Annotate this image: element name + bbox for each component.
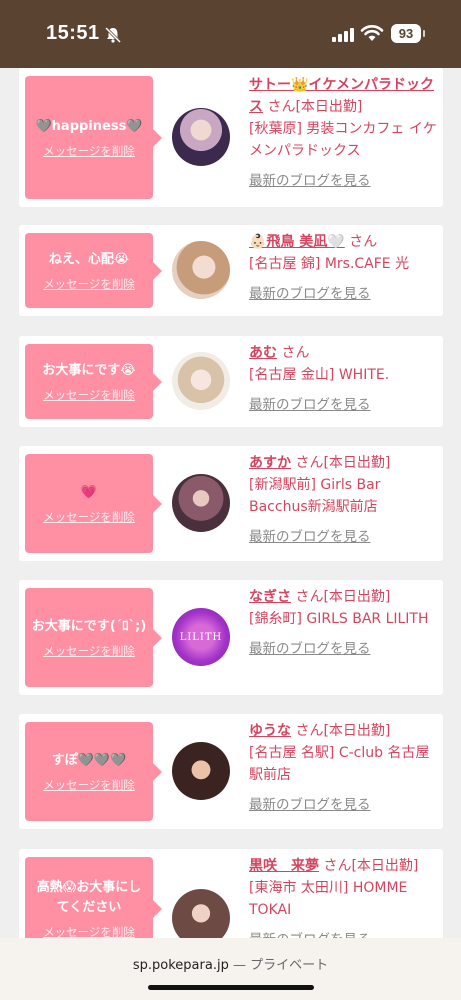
attendance-badge: [本日出勤] — [323, 455, 391, 471]
avatar[interactable] — [172, 889, 230, 938]
avatar[interactable] — [172, 742, 230, 800]
list-item: 🩶happiness🩶 メッセージを削除 サトー👑イケメンパラドックス さん[本… — [19, 68, 443, 207]
delete-message-link[interactable]: メッセージを削除 — [43, 509, 135, 525]
avatar[interactable] — [172, 352, 230, 410]
shop-info: [錦糸町] GIRLS BAR LILITH — [249, 611, 429, 627]
list-item: 高熱😱お大事にしてください メッセージを削除 黒咲 来夢 さん[本日出勤] [東… — [19, 849, 443, 938]
shop-info: [新潟駅前] Girls Bar Bacchus新潟駅前店 — [249, 477, 381, 515]
delete-message-link[interactable]: メッセージを削除 — [43, 387, 135, 403]
status-bar: 15:51 93 — [0, 0, 461, 68]
delete-message-link[interactable]: メッセージを削除 — [43, 777, 135, 793]
shop-info: [秋葉原] 男装コンカフェ イケメンパラドックス — [249, 121, 437, 159]
private-mode-label: プライベート — [250, 958, 329, 973]
honorific: さん — [349, 234, 378, 250]
latest-blog-link[interactable]: 最新のブログを見る — [249, 170, 439, 192]
message-bubble: お大事にです(´ﾛ`;) メッセージを削除 — [25, 588, 162, 687]
message-text: ねえ、心配😭 — [48, 251, 130, 267]
message-bubble: 🩶happiness🩶 メッセージを削除 — [25, 76, 162, 199]
attendance-badge: [本日出勤] — [351, 858, 419, 874]
cast-name-link[interactable]: 👶🏻飛鳥 美凪🤍 — [249, 234, 345, 250]
message-text: 高熱😱お大事にしてください — [36, 880, 142, 915]
list-item: お大事にです😭 メッセージを削除 あむ さん [名古屋 金山] WHITE. 最… — [19, 336, 443, 427]
wifi-icon — [360, 25, 384, 41]
honorific: さん — [295, 455, 324, 471]
cast-name-link[interactable]: なぎさ — [249, 589, 291, 605]
battery-indicator: 93 — [391, 24, 425, 43]
latest-blog-link[interactable]: 最新のブログを見る — [249, 526, 439, 548]
list-item: ねえ、心配😭 メッセージを削除 👶🏻飛鳥 美凪🤍 さん [名古屋 錦] Mrs.… — [19, 225, 443, 316]
shop-info: [名古屋 錦] Mrs.CAFE 光 — [249, 256, 410, 272]
delete-message-link[interactable]: メッセージを削除 — [43, 643, 135, 659]
latest-blog-link[interactable]: 最新のブログを見る — [249, 794, 439, 816]
attendance-badge: [本日出勤] — [323, 723, 391, 739]
cellular-signal-icon — [332, 26, 354, 42]
message-text: 💗 — [80, 484, 98, 500]
message-bubble: 高熱😱お大事にしてください メッセージを削除 — [25, 857, 162, 938]
bell-muted-icon — [104, 26, 122, 44]
message-bubble: 💗 メッセージを削除 — [25, 454, 162, 553]
delete-message-link[interactable]: メッセージを削除 — [43, 276, 135, 292]
message-bubble: お大事にです😭 メッセージを削除 — [25, 344, 162, 419]
delete-message-link[interactable]: メッセージを削除 — [43, 143, 135, 159]
cast-name-link[interactable]: ゆうな — [249, 723, 291, 739]
url-separator: — — [232, 958, 246, 973]
honorific: さん — [281, 345, 310, 361]
honorific: さん — [267, 99, 296, 115]
honorific: さん — [295, 723, 324, 739]
url-domain[interactable]: sp.pokepara.jp — [133, 958, 229, 973]
avatar[interactable]: LILITH — [172, 608, 230, 666]
shop-info: [名古屋 金山] WHITE. — [249, 367, 390, 383]
avatar[interactable] — [172, 241, 230, 299]
attendance-badge: [本日出勤] — [323, 589, 391, 605]
list-item: すぽ🩶🩶🩶 メッセージを削除 ゆうな さん[本日出勤] [名古屋 名駅] C-c… — [19, 714, 443, 829]
latest-blog-link[interactable]: 最新のブログを見る — [249, 638, 439, 660]
home-indicator[interactable] — [148, 985, 314, 990]
attendance-badge: [本日出勤] — [295, 99, 363, 115]
shop-info: [名古屋 名駅] C-club 名古屋駅前店 — [249, 745, 430, 783]
avatar[interactable] — [172, 474, 230, 532]
honorific: さん — [323, 858, 352, 874]
latest-blog-link[interactable]: 最新のブログを見る — [249, 394, 439, 416]
cast-name-link[interactable]: 黒咲 来夢 — [249, 858, 319, 874]
message-bubble: ねえ、心配😭 メッセージを削除 — [25, 233, 162, 308]
browser-address-bar[interactable]: sp.pokepara.jp — プライベート — [0, 938, 461, 1000]
message-text: お大事にです😭 — [42, 362, 136, 378]
clock: 15:51 — [46, 22, 100, 44]
avatar[interactable] — [172, 108, 230, 166]
message-text: 🩶happiness🩶 — [35, 118, 143, 134]
latest-blog-link[interactable]: 最新のブログを見る — [249, 283, 439, 305]
delete-message-link[interactable]: メッセージを削除 — [43, 924, 135, 938]
latest-blog-link[interactable]: 最新のブログを見る — [249, 929, 439, 938]
honorific: さん — [295, 589, 324, 605]
list-item: お大事にです(´ﾛ`;) メッセージを削除 LILITH なぎさ さん[本日出勤… — [19, 580, 443, 695]
message-feed[interactable]: 🩶happiness🩶 メッセージを削除 サトー👑イケメンパラドックス さん[本… — [0, 68, 461, 938]
cast-name-link[interactable]: あむ — [249, 345, 277, 361]
shop-logo-text: LILITH — [179, 631, 223, 643]
shop-info: [東海市 太田川] HOMME TOKAI — [249, 880, 408, 918]
message-text: お大事にです(´ﾛ`;) — [31, 618, 147, 634]
cast-name-link[interactable]: あすか — [249, 455, 291, 471]
message-text: すぽ🩶🩶🩶 — [51, 752, 127, 768]
list-item: 💗 メッセージを削除 あすか さん[本日出勤] [新潟駅前] Girls Bar… — [19, 446, 443, 561]
message-bubble: すぽ🩶🩶🩶 メッセージを削除 — [25, 722, 162, 821]
